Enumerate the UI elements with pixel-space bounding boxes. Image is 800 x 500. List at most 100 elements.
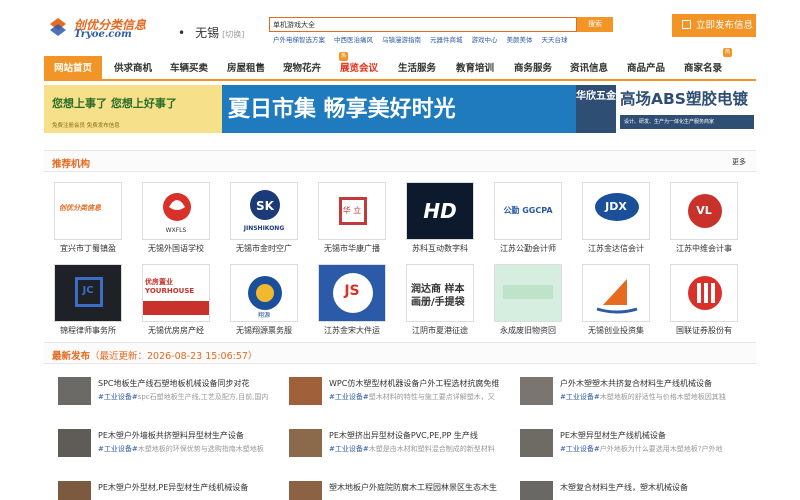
search-button[interactable]: 搜索 [577, 17, 613, 32]
nav-item-housing[interactable]: 房屋租售 [217, 56, 275, 81]
org-card[interactable]: JS 江苏金宋大件运 [308, 264, 396, 336]
org-card[interactable]: 国联证券股份有 [660, 264, 748, 336]
nav-item-life-services[interactable]: 生活服务 [388, 56, 446, 81]
nav-item-products[interactable]: 商品产品 [617, 56, 675, 81]
news-title[interactable]: SPC地板生产线石塑地板机械设备同步对花 [98, 378, 288, 389]
hot-word-link[interactable]: 美颜美体 [507, 36, 533, 44]
banner-market-ad[interactable]: 夏日市集 畅享美好时光 [222, 85, 576, 133]
org-logo[interactable]: 华 立 [318, 182, 386, 240]
news-thumbnail[interactable] [58, 481, 91, 500]
org-logo[interactable]: 优房置业 YOURHOUSE [142, 264, 210, 322]
list-item[interactable]: PE木塑挤出异型材设备PVC,PE,PP 生产线 #工业设备#木塑是由木材和塑料… [289, 429, 519, 463]
org-logo[interactable] [670, 264, 738, 322]
list-item[interactable]: 塑木地板户外庭院防腐木工程园林景区生态木生 [289, 481, 519, 500]
nav-item-business[interactable]: 商务服务 [504, 56, 562, 81]
hot-word-link[interactable]: 天天台球 [542, 36, 568, 44]
org-name[interactable]: 江苏中维会计事 [660, 243, 748, 254]
hot-word-link[interactable]: 乌镇漫游指南 [382, 36, 421, 44]
site-logo[interactable]: 创优分类信息 Tryoe.com [46, 16, 156, 42]
list-item[interactable]: PE木塑户外墙板共挤塑料异型材生产设备 #工业设备#木塑地板的环保优势与选购指南… [58, 429, 288, 463]
org-name[interactable]: 国联证券股份有 [660, 325, 748, 336]
news-thumbnail[interactable] [289, 481, 322, 500]
org-name[interactable]: 无锡市华康广播 [308, 243, 396, 254]
org-name[interactable]: 无锡外国语学校 [132, 243, 220, 254]
nav-item-education[interactable]: 教育培训 [446, 56, 504, 81]
news-title[interactable]: 户外木塑塑木共挤复合材料生产线机械设备 [560, 378, 750, 389]
nav-item-directory[interactable]: 商家名录 [674, 56, 732, 81]
org-logo[interactable]: 公勤 GGCPA [494, 182, 562, 240]
org-name[interactable]: 无锡翔源票务服 [220, 325, 308, 336]
org-card[interactable]: SK JINSHIKONG 无锡市金时空广 [220, 182, 308, 254]
org-name[interactable]: 江苏公勤会计师 [484, 243, 572, 254]
more-link[interactable]: 更多 [732, 157, 746, 167]
org-name[interactable]: 江苏金达信会计 [572, 243, 660, 254]
list-item[interactable]: SPC地板生产线石塑地板机械设备同步对花 #工业设备#spc石塑地板生产线,工艺… [58, 377, 288, 411]
news-title[interactable]: 木塑复合材料生产线，塑木机械设备 [560, 482, 750, 493]
org-name[interactable]: 永成废旧物资回 [484, 325, 572, 336]
news-thumbnail[interactable] [58, 377, 91, 405]
org-logo[interactable]: SK JINSHIKONG [230, 182, 298, 240]
org-logo[interactable] [582, 264, 650, 322]
news-title[interactable]: PE木塑挤出异型材设备PVC,PE,PP 生产线 [329, 430, 519, 441]
org-card[interactable]: WXFLS 无锡外国语学校 [132, 182, 220, 254]
publish-button[interactable]: 立即发布信息 [672, 14, 756, 37]
news-thumbnail[interactable] [289, 377, 322, 405]
list-item[interactable]: 户外木塑塑木共挤复合材料生产线机械设备 #工业设备#木塑地板的舒适性与价格木塑地… [520, 377, 750, 411]
org-logo[interactable]: JS [318, 264, 386, 322]
nav-item-pets[interactable]: 宠物花卉 [273, 56, 331, 81]
org-card[interactable]: JC 锦程律师事务所 [44, 264, 132, 336]
org-logo[interactable]: 翔源 [230, 264, 298, 322]
news-title[interactable]: PE木塑户外墙板共挤塑料异型材生产设备 [98, 430, 288, 441]
org-name[interactable]: 无锡优房房产经 [132, 325, 220, 336]
search-input[interactable]: 单机游戏大全 [269, 17, 577, 32]
org-logo[interactable]: HD [406, 182, 474, 240]
nav-item-home[interactable]: 网站首页 [44, 56, 102, 81]
org-card[interactable]: 华 立 无锡市华康广播 [308, 182, 396, 254]
hot-word-link[interactable]: 游戏中心 [472, 36, 498, 44]
org-card[interactable]: HD 苏科互动数字科 [396, 182, 484, 254]
org-card[interactable]: 公勤 GGCPA 江苏公勤会计师 [484, 182, 572, 254]
org-name[interactable]: 无锡市金时空广 [220, 243, 308, 254]
org-logo[interactable]: JDX [582, 182, 650, 240]
org-name[interactable]: 江苏金宋大件运 [308, 325, 396, 336]
org-name[interactable]: 江阴市夏港征途 [396, 325, 484, 336]
news-thumbnail[interactable] [520, 429, 553, 457]
news-thumbnail[interactable] [58, 429, 91, 457]
news-thumbnail[interactable] [520, 377, 553, 405]
org-card[interactable]: 优房置业 YOURHOUSE 无锡优房房产经 [132, 264, 220, 336]
org-logo[interactable]: 润达商 样本画册/手提袋 [406, 264, 474, 322]
city-switch-link[interactable]: [切换] [222, 30, 244, 39]
news-title[interactable]: PE木塑户外型材,PE异型材生产线机械设备 [98, 482, 288, 493]
banner-register-ad[interactable]: 您想上事了 您想上好事了 免费注册会员 免费发布信息 [44, 85, 222, 133]
nav-item-news[interactable]: 资讯信息 [560, 56, 618, 81]
news-title[interactable]: 塑木地板户外庭院防腐木工程园林景区生态木生 [329, 482, 519, 493]
org-logo[interactable]: 创优分类信息 [54, 182, 122, 240]
org-logo[interactable]: WXFLS [142, 182, 210, 240]
org-card[interactable]: 翔源 无锡翔源票务服 [220, 264, 308, 336]
nav-item-vehicles[interactable]: 车辆买卖 [160, 56, 218, 81]
org-name[interactable]: 无锡创业投资集 [572, 325, 660, 336]
org-name[interactable]: 锦程律师事务所 [44, 325, 132, 336]
hot-word-link[interactable]: 元器件商城 [430, 36, 463, 44]
org-card[interactable]: VL 江苏中维会计事 [660, 182, 748, 254]
org-logo[interactable]: JC [54, 264, 122, 322]
news-title[interactable]: PE木塑异型材生产线机械设备 [560, 430, 750, 441]
org-logo[interactable]: VL [670, 182, 738, 240]
org-logo[interactable] [494, 264, 562, 322]
banner-huayou-ad[interactable]: 华欣五金 高场ABS塑胶电镀 设计、研发、生产为一体化生产服务商家 [576, 85, 756, 133]
news-title[interactable]: WPC仿木塑型材机器设备户外工程选材抗腐免维 [329, 378, 519, 389]
list-item[interactable]: PE木塑户外型材,PE异型材生产线机械设备 [58, 481, 288, 500]
list-item[interactable]: WPC仿木塑型材机器设备户外工程选材抗腐免维 #工业设备#塑木材料的特性与施工要… [289, 377, 519, 411]
list-item[interactable]: 木塑复合材料生产线，塑木机械设备 [520, 481, 750, 500]
org-card[interactable]: JDX 江苏金达信会计 [572, 182, 660, 254]
news-thumbnail[interactable] [520, 481, 553, 500]
org-card[interactable]: 永成废旧物资回 [484, 264, 572, 336]
hot-word-link[interactable]: 户外电梯智选方案 [273, 36, 325, 44]
ad-banner[interactable]: 您想上事了 您想上好事了 免费注册会员 免费发布信息 夏日市集 畅享美好时光 华… [44, 85, 756, 133]
org-card[interactable]: 创优分类信息 宜兴市丁蜀镇盈 [44, 182, 132, 254]
news-thumbnail[interactable] [289, 429, 322, 457]
org-card[interactable]: 无锡创业投资集 [572, 264, 660, 336]
list-item[interactable]: PE木塑异型材生产线机械设备 #工业设备#户外地板为什么要选用木塑地板?户外地 [520, 429, 750, 463]
city-selector[interactable]: • 无锡 [切换] [178, 24, 244, 41]
org-card[interactable]: 润达商 样本画册/手提袋 江阴市夏港征途 [396, 264, 484, 336]
